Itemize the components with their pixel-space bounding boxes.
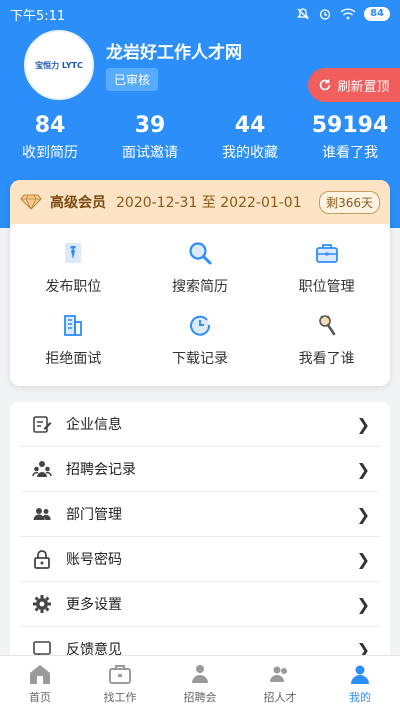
- job-search-icon: [109, 665, 131, 684]
- diamond-icon: [20, 194, 42, 210]
- stat-value: 59194: [311, 113, 389, 138]
- mute-icon: [297, 8, 309, 20]
- job-fair-tab-icon: [192, 665, 208, 683]
- stats-row: 84 收到简历 39 面试邀请 44 我的收藏 59194 谁看了我: [0, 112, 400, 162]
- bottom-tab-bar: 首页 找工作 招聘会 招人才 我的: [0, 655, 400, 711]
- lock-icon: [34, 550, 50, 569]
- stat-value: 44: [234, 113, 266, 138]
- menu-label: 企业信息: [66, 417, 122, 433]
- settings-menu: 企业信息 ❯ 招聘会记录 ❯ 部门管理 ❯ 账号密码 ❯ 更多设置 ❯ 反馈意见…: [10, 402, 390, 672]
- chevron-right-icon: ❯: [356, 459, 370, 479]
- menu-item-job-fair-records[interactable]: 招聘会记录 ❯: [20, 447, 380, 492]
- quick-actions-grid: 发布职位 搜索简历 职位管理 拒绝面试 下载记录 我看了谁: [10, 224, 390, 384]
- chevron-right-icon: ❯: [356, 549, 370, 569]
- refresh-label: 刷新置顶: [337, 79, 390, 95]
- vip-level: 高级会员: [50, 195, 106, 211]
- action-label: 发布职位: [45, 279, 102, 295]
- company-name: 龙岩好工作人才网: [106, 43, 242, 63]
- job-fair-icon: [32, 461, 52, 477]
- stat-label: 谁看了我: [322, 145, 378, 161]
- action-post-job[interactable]: 发布职位: [10, 240, 137, 312]
- stat-label: 收到简历: [22, 145, 78, 161]
- stat-received-resumes[interactable]: 84 收到简历: [0, 112, 100, 162]
- wifi-icon: [340, 8, 356, 20]
- stat-label: 我的收藏: [222, 145, 278, 161]
- viewed-icon: [318, 315, 335, 336]
- home-icon: [30, 665, 50, 684]
- menu-item-more-settings[interactable]: 更多设置 ❯: [20, 582, 380, 627]
- company-info-icon: [33, 416, 52, 433]
- action-label: 我看了谁: [298, 351, 355, 367]
- action-download-records[interactable]: 下载记录: [137, 312, 264, 384]
- refresh-top-button[interactable]: 刷新置顶: [308, 68, 400, 102]
- tab-job-fair[interactable]: 招聘会: [160, 656, 240, 711]
- action-job-management[interactable]: 职位管理: [263, 240, 390, 312]
- tab-label: 我的: [349, 691, 371, 704]
- stat-interview-invites[interactable]: 39 面试邀请: [100, 112, 200, 162]
- status-icons: 84: [296, 7, 390, 21]
- tab-label: 招聘会: [183, 691, 217, 704]
- battery-indicator: 84: [364, 7, 390, 21]
- tab-label: 首页: [29, 691, 51, 704]
- membership-card: 高级会员 2020-12-31 至 2022-01-01 剩366天 发布职位 …: [10, 180, 390, 386]
- tab-profile[interactable]: 我的: [320, 656, 400, 711]
- menu-item-account-password[interactable]: 账号密码 ❯: [20, 537, 380, 582]
- tab-label: 招人才: [263, 691, 297, 704]
- tab-home[interactable]: 首页: [0, 656, 80, 711]
- refresh-icon: [320, 79, 331, 91]
- stat-favorites[interactable]: 44 我的收藏: [200, 112, 300, 162]
- tab-find-job[interactable]: 找工作: [80, 656, 160, 711]
- action-label: 下载记录: [171, 351, 228, 367]
- building-icon: [64, 315, 83, 336]
- alarm-icon: [319, 9, 331, 20]
- post-job-icon: [65, 243, 82, 263]
- action-label: 职位管理: [298, 279, 355, 295]
- action-search-resume[interactable]: 搜索简历: [137, 240, 264, 312]
- stat-who-viewed-me[interactable]: 59194 谁看了我: [300, 112, 400, 162]
- stat-value: 39: [134, 113, 166, 138]
- menu-item-company-info[interactable]: 企业信息 ❯: [20, 402, 380, 447]
- clock-icon: [190, 315, 210, 336]
- status-time: 下午5:11: [10, 8, 66, 24]
- chevron-right-icon: ❯: [356, 504, 370, 524]
- company-logo: 宝恒力 LYTC: [35, 60, 83, 70]
- department-icon: [33, 508, 51, 520]
- action-label: 搜索简历: [171, 279, 228, 295]
- chevron-right-icon: ❯: [356, 594, 370, 614]
- chevron-right-icon: ❯: [356, 414, 370, 434]
- vip-dates: 2020-12-31 至 2022-01-01: [116, 195, 302, 211]
- tab-label: 找工作: [103, 691, 137, 704]
- action-who-i-viewed[interactable]: 我看了谁: [263, 312, 390, 384]
- company-avatar[interactable]: 宝恒力 LYTC: [24, 30, 94, 100]
- briefcase-icon: [315, 244, 338, 263]
- profile-icon: [351, 665, 369, 684]
- action-label: 拒绝面试: [45, 351, 102, 367]
- menu-label: 更多设置: [66, 597, 122, 613]
- stat-label: 面试邀请: [122, 145, 178, 161]
- menu-label: 账号密码: [66, 552, 122, 568]
- menu-item-department[interactable]: 部门管理 ❯: [20, 492, 380, 537]
- menu-label: 招聘会记录: [66, 462, 136, 478]
- vip-bar[interactable]: 高级会员 2020-12-31 至 2022-01-01 剩366天: [10, 180, 390, 224]
- stat-value: 84: [34, 113, 66, 138]
- vip-remaining-badge: 剩366天: [319, 190, 380, 214]
- action-reject-interview[interactable]: 拒绝面试: [10, 312, 137, 384]
- talent-icon: [270, 666, 287, 682]
- verified-badge: 已审核: [106, 68, 159, 91]
- menu-label: 部门管理: [66, 507, 122, 523]
- search-icon: [189, 242, 212, 265]
- tab-hire-talent[interactable]: 招人才: [240, 656, 320, 711]
- gear-icon: [33, 595, 51, 613]
- status-bar: 下午5:11 84: [0, 0, 400, 28]
